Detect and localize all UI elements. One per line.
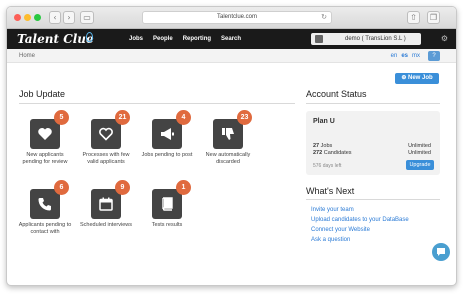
thumbs-down-icon	[222, 128, 234, 140]
lang-mx[interactable]: mx	[412, 49, 420, 63]
heart-outline-icon	[99, 127, 113, 141]
sidebar-toggle-icon[interactable]: ▭	[80, 11, 94, 24]
link-invite-team[interactable]: Invite your team	[311, 205, 409, 215]
calendar-icon	[99, 197, 113, 211]
tile-scheduled-interviews[interactable]: 9 Scheduled interviews	[78, 180, 134, 229]
back-arrow-icon[interactable]: ‹	[49, 11, 61, 24]
candidates-label: Candidates	[323, 150, 352, 156]
reload-icon[interactable]: ↻	[321, 12, 327, 23]
tile-pending-contact[interactable]: 6 Applicants pending to contact with	[17, 180, 73, 236]
tile-label: New applicants pending for review	[22, 152, 68, 165]
tile-label: New automatically discarded	[205, 152, 251, 165]
tile-icon-box: 21	[91, 110, 130, 149]
tile-icon-box: 9	[91, 180, 130, 219]
tile-few-valid-applicants[interactable]: 21 Processes with few valid applicants	[78, 110, 134, 166]
plus-icon: ⊕	[401, 75, 409, 81]
chat-bubble-icon	[437, 248, 445, 256]
jobs-count: 27	[313, 143, 320, 149]
share-icon[interactable]: ⇧	[407, 11, 420, 24]
address-bar[interactable]: Talentclue.com ↻	[142, 11, 332, 24]
breadcrumb-home[interactable]: Home	[19, 49, 35, 63]
book-icon	[162, 197, 173, 211]
jobs-label: Jobs	[320, 143, 333, 149]
account-status-title: Account Status	[306, 89, 367, 99]
tile-icon-box: 1	[152, 180, 191, 219]
talent-clue-logo[interactable]: Talent Clue	[17, 31, 94, 47]
tile-tests-results[interactable]: 1 Tests results	[139, 180, 195, 229]
heart-filled-icon	[38, 128, 52, 140]
tile-label: Scheduled interviews	[80, 222, 132, 228]
tile-icon-box: 4	[152, 110, 191, 149]
candidates-row: 272 Candidates Unlimited	[313, 150, 431, 156]
user-label: demo ( TransLion S.L )	[345, 36, 406, 42]
gear-icon[interactable]: ⚙	[441, 33, 448, 45]
count-badge: 6	[54, 180, 69, 195]
count-badge: 9	[115, 180, 130, 195]
browser-toolbar: ‹ › ▭ Talentclue.com ↻ ⇧ ❐	[7, 7, 456, 29]
nav-jobs[interactable]: Jobs	[129, 29, 143, 49]
job-update-title: Job Update	[19, 89, 66, 99]
nav-people[interactable]: People	[153, 29, 173, 49]
whats-next-title: What's Next	[306, 186, 355, 196]
lang-en[interactable]: en	[391, 49, 398, 63]
link-connect-website[interactable]: Connect your Website	[311, 225, 409, 235]
nav-reporting[interactable]: Reporting	[183, 29, 211, 49]
link-upload-candidates[interactable]: Upload candidates to your DataBase	[311, 215, 409, 225]
count-badge: 23	[237, 110, 252, 125]
tile-label: Applicants pending to contact with	[18, 222, 72, 235]
candidates-limit: Unlimited	[408, 150, 431, 156]
tile-icon-box: 23	[213, 110, 252, 149]
count-badge: 5	[54, 110, 69, 125]
link-ask-question[interactable]: Ask a question	[311, 235, 409, 245]
tile-auto-discarded[interactable]: 23 New automatically discarded	[200, 110, 256, 166]
jobs-row: 27 Jobs Unlimited	[313, 143, 431, 149]
tile-label: Tests results	[151, 222, 183, 228]
tile-label: Processes with few valid applicants	[82, 152, 130, 165]
nav-search[interactable]: Search	[221, 29, 241, 49]
divider	[19, 103, 295, 104]
lang-es[interactable]: es	[401, 49, 408, 63]
tile-icon-box: 6	[30, 180, 69, 219]
close-window-button[interactable]	[14, 14, 21, 21]
main-nav: Jobs People Reporting Search	[129, 29, 241, 49]
days-left: 576 days left	[313, 163, 342, 169]
count-badge: 4	[176, 110, 191, 125]
divider	[306, 103, 440, 104]
count-badge: 1	[176, 180, 191, 195]
minimize-window-button[interactable]	[24, 14, 31, 21]
tile-jobs-pending-post[interactable]: 4 Jobs pending to post	[139, 110, 195, 159]
plan-card: Plan U 27 Jobs Unlimited 272 Candidates …	[306, 111, 440, 175]
tile-label: Jobs pending to post	[141, 152, 193, 158]
candidates-count: 272	[313, 150, 323, 156]
megaphone-icon	[161, 128, 174, 140]
jobs-limit: Unlimited	[408, 143, 431, 149]
upgrade-button[interactable]: Upgrade	[406, 160, 434, 170]
tile-new-applicants[interactable]: 5 New applicants pending for review	[17, 110, 73, 166]
whats-next-links: Invite your team Upload candidates to yo…	[311, 205, 409, 245]
app-header: Talent Clue Jobs People Reporting Search…	[7, 29, 456, 49]
user-icon	[315, 35, 323, 43]
plan-name: Plan U	[313, 118, 335, 125]
chat-button[interactable]	[432, 243, 450, 261]
url-text: Talentclue.com	[216, 14, 258, 20]
user-menu[interactable]: demo ( TransLion S.L )	[311, 33, 421, 45]
zoom-window-button[interactable]	[34, 14, 41, 21]
new-job-button[interactable]: ⊕ New Job	[395, 73, 439, 84]
browser-window: ‹ › ▭ Talentclue.com ↻ ⇧ ❐ Talent Clue J…	[6, 6, 457, 286]
lightbulb-icon	[86, 32, 93, 42]
forward-arrow-icon[interactable]: ›	[63, 11, 75, 24]
language-switcher: en es mx	[391, 49, 420, 63]
divider	[306, 199, 440, 200]
count-badge: 21	[115, 110, 130, 125]
tabs-overview-icon[interactable]: ❐	[427, 11, 440, 24]
breadcrumb-bar: Home en es mx ?	[7, 49, 456, 63]
new-job-label: New Job	[408, 75, 433, 81]
help-button[interactable]: ?	[428, 51, 440, 61]
tile-icon-box: 5	[30, 110, 69, 149]
phone-icon	[38, 198, 51, 211]
